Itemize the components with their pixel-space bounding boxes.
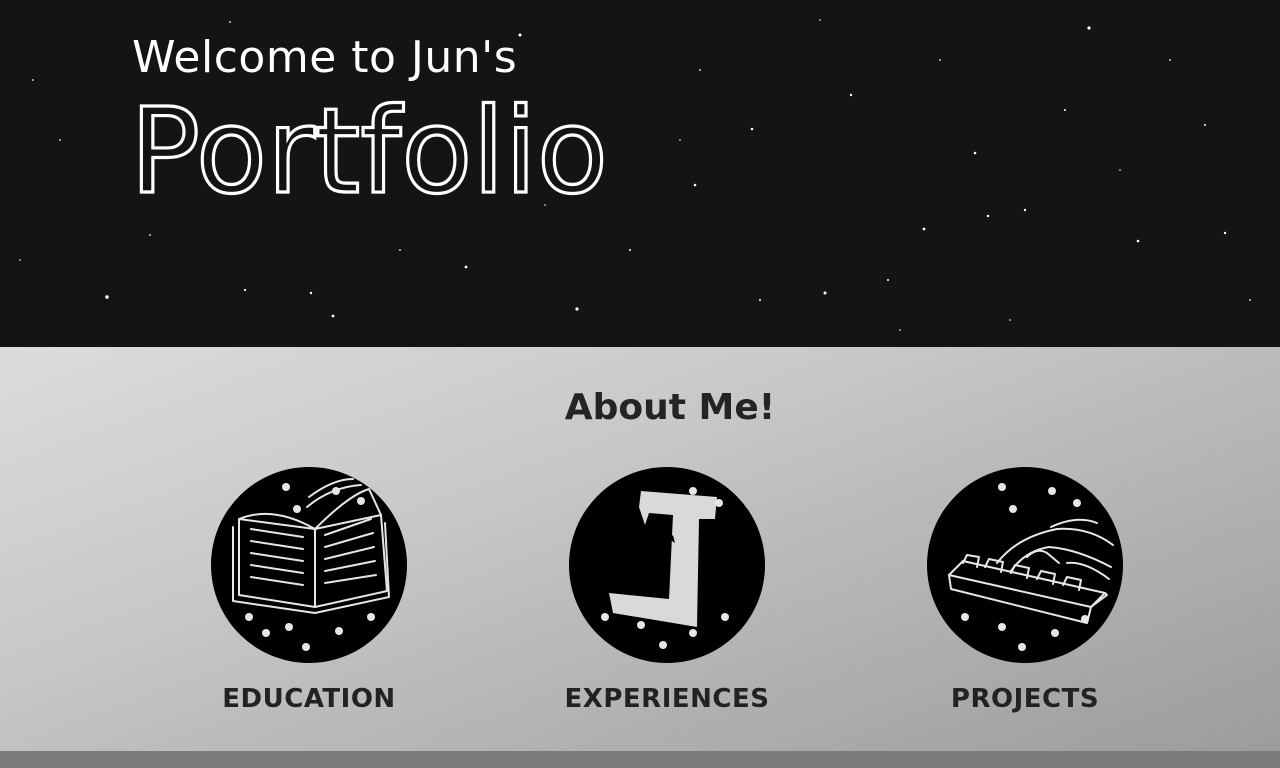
about-title: About Me! <box>564 387 776 428</box>
experiences-circle <box>569 467 765 663</box>
about-section: About Me! EDUCATION EXPERIENCES PROJECTS <box>0 347 1280 751</box>
keyboard-typing-icon <box>948 483 1114 651</box>
experiences-label: EXPERIENCES <box>564 684 770 714</box>
hero-banner: Welcome to Jun's Portfolio <box>0 0 1280 347</box>
education-label: EDUCATION <box>222 684 396 714</box>
education-card[interactable]: EDUCATION <box>179 467 439 727</box>
open-book-icon <box>232 478 390 651</box>
footer-strip <box>0 751 1280 768</box>
experiences-card[interactable]: EXPERIENCES <box>537 467 797 727</box>
projects-card[interactable]: PROJECTS <box>895 467 1155 727</box>
projects-circle <box>927 467 1123 663</box>
letter-j-icon <box>601 487 729 649</box>
projects-label: PROJECTS <box>950 684 1100 714</box>
portfolio-title: Portfolio <box>128 86 609 206</box>
welcome-heading: Welcome to Jun's <box>132 32 518 83</box>
education-circle <box>211 467 407 663</box>
portfolio-title-text: Portfolio <box>130 86 608 206</box>
